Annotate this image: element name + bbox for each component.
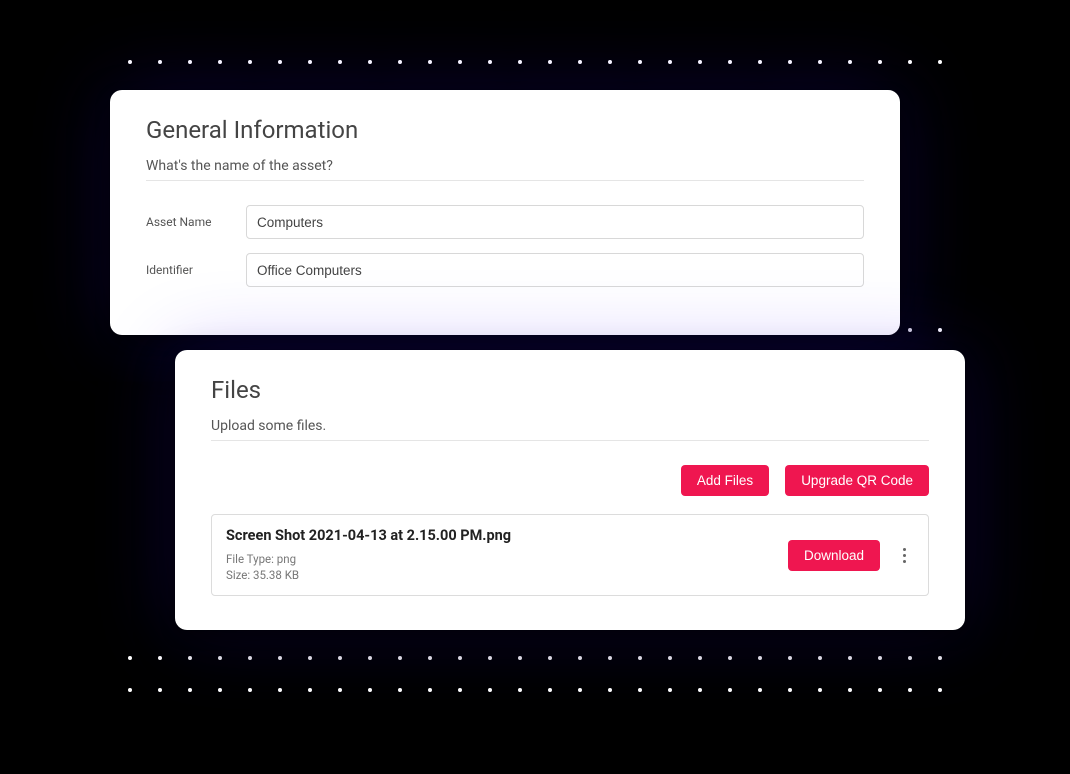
download-button[interactable]: Download	[788, 540, 880, 571]
general-info-card: General Information What's the name of t…	[110, 90, 900, 335]
row-asset-name: Asset Name	[146, 205, 864, 239]
add-files-button[interactable]: Add Files	[681, 465, 769, 496]
file-meta: Screen Shot 2021-04-13 at 2.15.00 PM.png…	[226, 527, 774, 583]
files-card: Files Upload some files. Add Files Upgra…	[175, 350, 965, 630]
file-type: File Type: png	[226, 552, 774, 568]
file-name: Screen Shot 2021-04-13 at 2.15.00 PM.png	[226, 527, 774, 544]
input-identifier[interactable]	[246, 253, 864, 287]
files-title: Files	[211, 376, 929, 404]
file-row: Screen Shot 2021-04-13 at 2.15.00 PM.png…	[211, 514, 929, 596]
more-menu-icon[interactable]	[894, 541, 914, 569]
files-subtitle: Upload some files.	[211, 418, 929, 441]
general-subtitle: What's the name of the asset?	[146, 158, 864, 181]
files-button-row: Add Files Upgrade QR Code	[211, 465, 929, 496]
file-size: Size: 35.38 KB	[226, 568, 774, 584]
row-identifier: Identifier	[146, 253, 864, 287]
label-asset-name: Asset Name	[146, 215, 246, 229]
label-identifier: Identifier	[146, 263, 246, 277]
general-title: General Information	[146, 116, 864, 144]
upgrade-qr-button[interactable]: Upgrade QR Code	[785, 465, 929, 496]
input-asset-name[interactable]	[246, 205, 864, 239]
